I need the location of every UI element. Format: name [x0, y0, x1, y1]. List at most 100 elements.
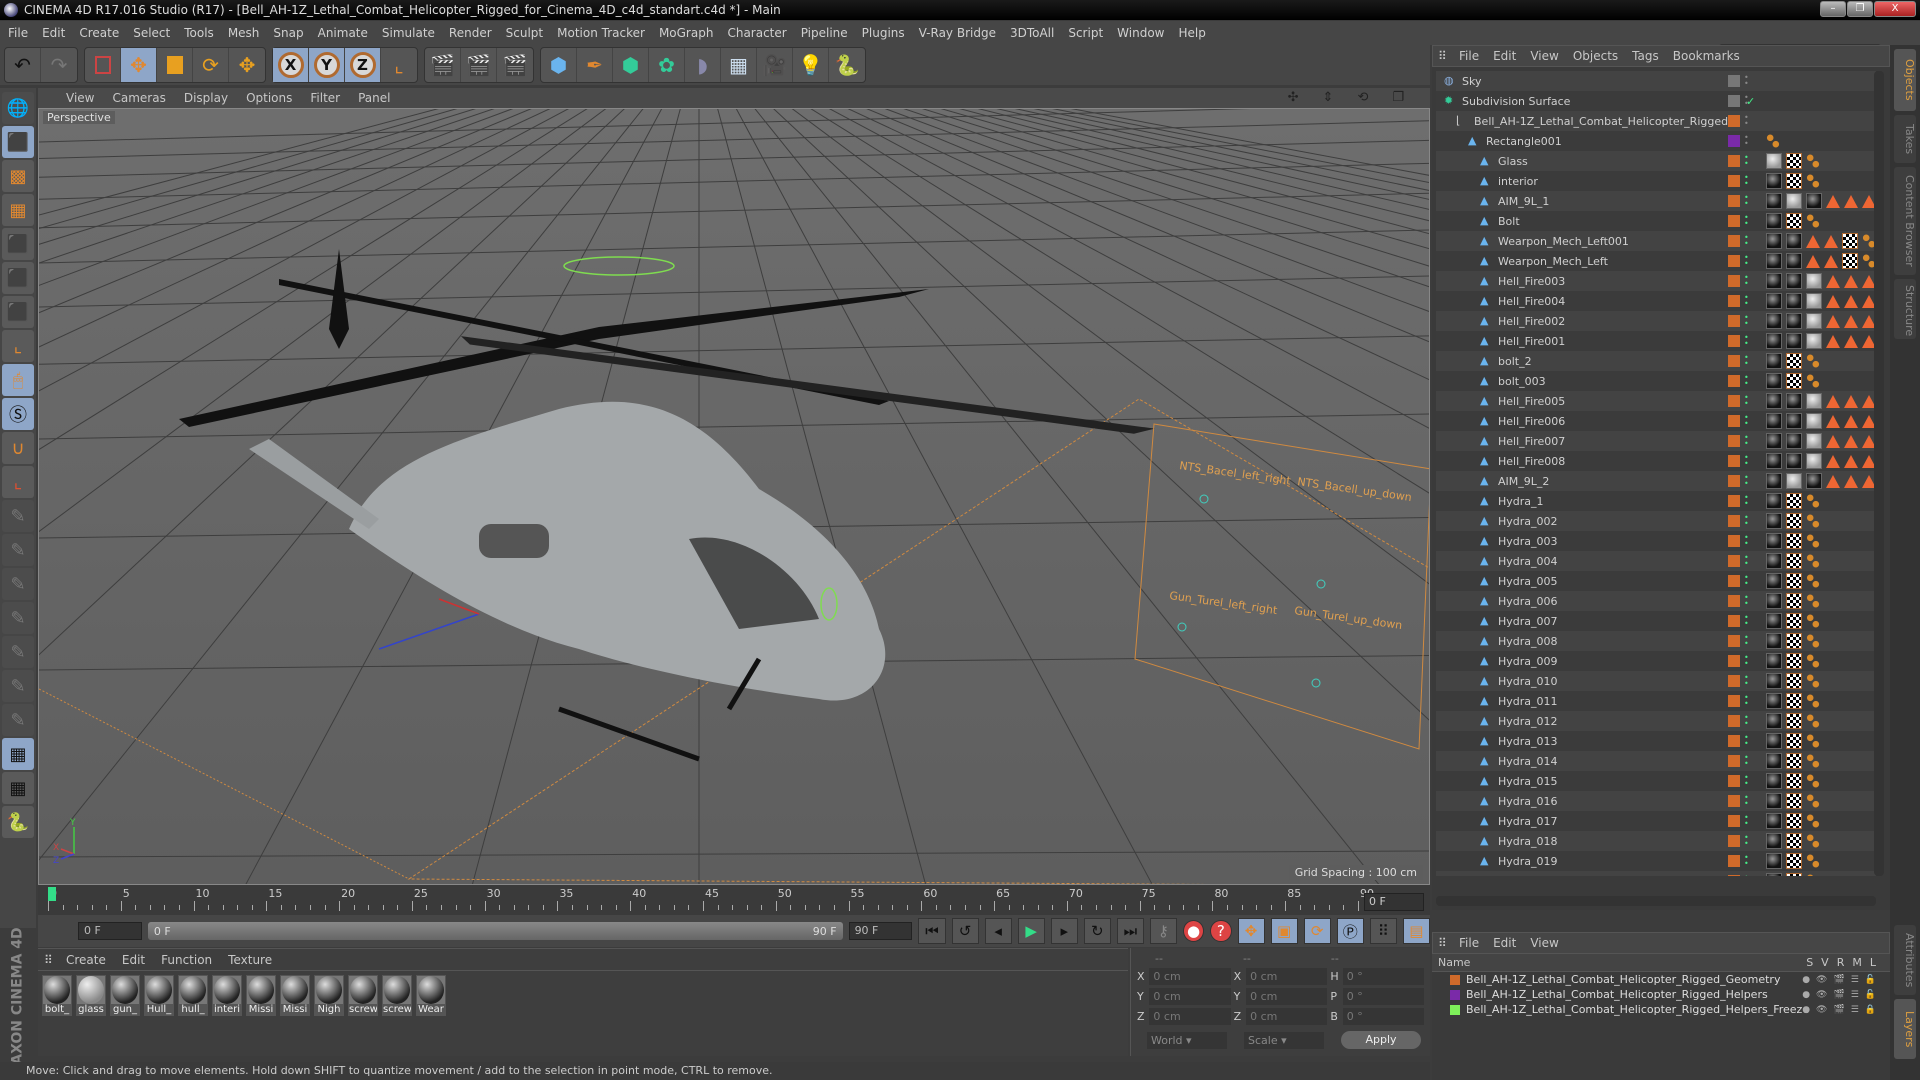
material-tag-icon[interactable]: [1766, 513, 1782, 529]
autokey-button[interactable]: ?: [1210, 920, 1232, 942]
timeline-button[interactable]: ▤: [1402, 918, 1430, 944]
material-tag-icon[interactable]: [1766, 533, 1782, 549]
object-list-scrollbar[interactable]: [1874, 71, 1884, 876]
camera-button[interactable]: 🎥: [757, 48, 793, 82]
phong-tag-icon[interactable]: [1844, 274, 1858, 288]
z-axis-lock-button[interactable]: Z: [345, 48, 381, 82]
layer-color-swatch[interactable]: [1728, 295, 1740, 307]
phong-tag-icon[interactable]: [1826, 294, 1840, 308]
selection-tag-icon[interactable]: [1806, 633, 1820, 649]
selection-tag-icon[interactable]: [1806, 613, 1820, 629]
phong-tag-icon[interactable]: [1844, 414, 1858, 428]
material-tag-icon[interactable]: [1786, 273, 1802, 289]
material-tag-icon[interactable]: [1786, 333, 1802, 349]
object-row[interactable]: ▲ Hydra_017 • •: [1436, 811, 1876, 831]
texture-tag-icon[interactable]: [1842, 233, 1858, 249]
selection-tag-icon[interactable]: [1806, 793, 1820, 809]
object-row[interactable]: ▲ Hydra_012 • •: [1436, 711, 1876, 731]
material-tag-icon[interactable]: [1786, 233, 1802, 249]
layer-color-swatch[interactable]: [1728, 335, 1740, 347]
layer-color-swatch[interactable]: [1728, 75, 1740, 87]
layer-color-swatch[interactable]: [1728, 595, 1740, 607]
texture-tag-icon[interactable]: [1786, 213, 1802, 229]
phong-tag-icon[interactable]: [1844, 474, 1858, 488]
visibility-dots-icon[interactable]: • •: [1744, 654, 1749, 668]
layer-menu-edit[interactable]: Edit: [1493, 936, 1516, 950]
selection-tag-icon[interactable]: [1806, 753, 1820, 769]
visibility-dots-icon[interactable]: • •: [1744, 694, 1749, 708]
layer-color-swatch[interactable]: [1728, 195, 1740, 207]
material-tag-icon[interactable]: [1786, 433, 1802, 449]
menu-simulate[interactable]: Simulate: [382, 26, 435, 40]
visibility-dots-icon[interactable]: • •: [1744, 754, 1749, 768]
object-row[interactable]: ▲ Hell_Fire003 • •: [1436, 271, 1876, 291]
object-row[interactable]: ▲ Hydra_013 • •: [1436, 731, 1876, 751]
render-icon[interactable]: 🎬: [1833, 1005, 1844, 1015]
material-tag-icon[interactable]: [1766, 213, 1782, 229]
visibility-dots-icon[interactable]: • •: [1744, 294, 1749, 308]
manager-icon[interactable]: ☰: [1851, 975, 1859, 985]
object-row[interactable]: ▲ Hell_Fire008 • •: [1436, 451, 1876, 471]
viewport-menu-view[interactable]: View: [66, 91, 94, 105]
maximize-view-icon[interactable]: ❐: [1392, 90, 1404, 105]
material-swatch[interactable]: Nigh: [314, 975, 344, 1016]
apply-button[interactable]: Apply: [1341, 1031, 1421, 1049]
texture-mode-button[interactable]: ▩: [2, 160, 34, 192]
paint-target-button[interactable]: ✎: [2, 636, 34, 668]
render-view-button[interactable]: 🎬: [425, 48, 461, 82]
menu-window[interactable]: Window: [1117, 26, 1164, 40]
object-row[interactable]: ▲ Hydra_006 • •: [1436, 591, 1876, 611]
layer-color-swatch[interactable]: [1728, 115, 1740, 127]
texture-tag-icon[interactable]: [1786, 533, 1802, 549]
manager-icon[interactable]: ☰: [1851, 1005, 1859, 1015]
texture-tag-icon[interactable]: [1786, 353, 1802, 369]
visibility-dots-icon[interactable]: • •: [1744, 714, 1749, 728]
material-tag-icon[interactable]: [1766, 793, 1782, 809]
material-tag-icon[interactable]: [1766, 833, 1782, 849]
visibility-dots-icon[interactable]: • •: [1744, 534, 1749, 548]
menu-plugins[interactable]: Plugins: [862, 26, 905, 40]
material-tag-icon[interactable]: [1766, 773, 1782, 789]
viewport-menu-panel[interactable]: Panel: [358, 91, 390, 105]
object-menu-file[interactable]: File: [1459, 49, 1479, 63]
end-frame-field[interactable]: 90 F: [848, 922, 913, 940]
object-row[interactable]: ▲ Rectangle001 • •: [1436, 131, 1876, 151]
visibility-dots-icon[interactable]: • •: [1744, 814, 1749, 828]
phong-tag-icon[interactable]: [1826, 394, 1840, 408]
snap-button[interactable]: Ⓢ: [2, 398, 34, 430]
phong-tag-icon[interactable]: [1824, 234, 1838, 248]
object-row[interactable]: ▲ Hydra_020 • •: [1436, 871, 1876, 876]
object-row[interactable]: ▲ Hydra_011 • •: [1436, 691, 1876, 711]
menu-script[interactable]: Script: [1068, 26, 1103, 40]
next-frame-button[interactable]: ▸: [1050, 918, 1078, 944]
layer-row[interactable]: Bell_AH-1Z_Lethal_Combat_Helicopter_Rigg…: [1432, 972, 1890, 987]
visibility-dots-icon[interactable]: • •: [1744, 614, 1749, 628]
texture-tag-icon[interactable]: [1786, 573, 1802, 589]
camera-label[interactable]: Perspective: [43, 111, 115, 124]
solo-icon[interactable]: ●: [1802, 1005, 1810, 1015]
menu-edit[interactable]: Edit: [42, 26, 65, 40]
eye-icon[interactable]: 👁: [1816, 990, 1827, 1000]
object-row[interactable]: ▲ bolt_003 • •: [1436, 371, 1876, 391]
timeline-ruler[interactable]: 051015202530354045505560657075808590 0 F: [38, 885, 1430, 915]
material-tag-icon[interactable]: [1766, 673, 1782, 689]
layer-color-swatch[interactable]: [1728, 715, 1740, 727]
selection-tag-icon[interactable]: [1806, 733, 1820, 749]
lock-open-icon[interactable]: 🔓: [1865, 975, 1876, 985]
material-tag-icon[interactable]: [1766, 593, 1782, 609]
rotation-b-field[interactable]: 0 °: [1342, 1008, 1425, 1025]
layer-color-swatch[interactable]: [1728, 555, 1740, 567]
previous-frame-button[interactable]: ◂: [984, 918, 1012, 944]
phong-tag-icon[interactable]: [1844, 334, 1858, 348]
material-tag-icon[interactable]: [1766, 173, 1782, 189]
material-menu-edit[interactable]: Edit: [122, 953, 145, 967]
selection-tag-icon[interactable]: [1806, 713, 1820, 729]
key-position-button[interactable]: ✥: [1237, 918, 1265, 944]
material-tag-icon[interactable]: [1806, 193, 1822, 209]
glass-material-tag-icon[interactable]: [1806, 293, 1822, 309]
render-picture-viewer-button[interactable]: 🎬: [461, 48, 497, 82]
visibility-dots-icon[interactable]: • •: [1744, 194, 1749, 208]
object-row[interactable]: ▲ Hydra_004 • •: [1436, 551, 1876, 571]
material-tag-icon[interactable]: [1766, 633, 1782, 649]
selection-tag-icon[interactable]: [1806, 693, 1820, 709]
